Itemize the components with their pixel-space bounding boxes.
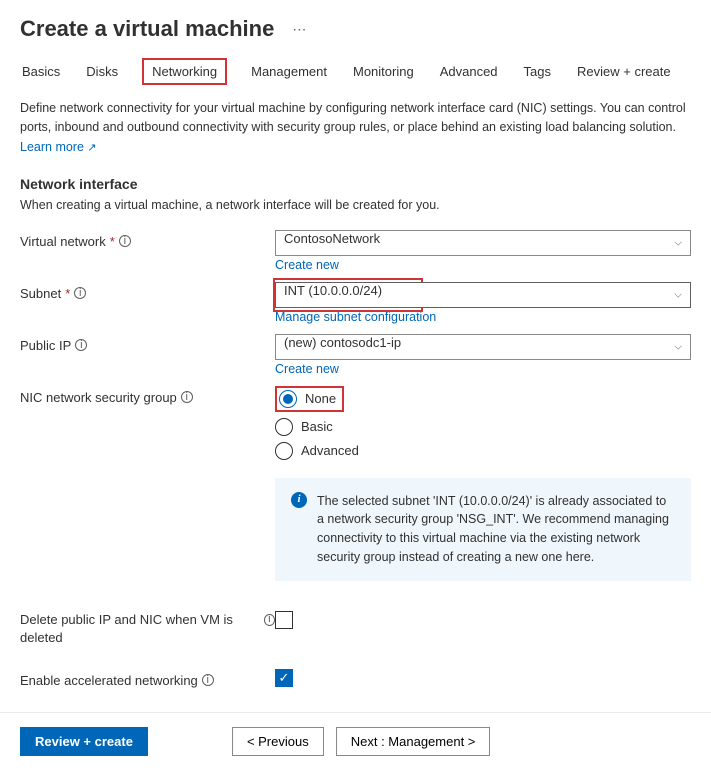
more-icon[interactable]: ⋯ xyxy=(292,21,306,38)
delete-checkbox[interactable] xyxy=(275,611,293,629)
chevron-down-icon: ⌵ xyxy=(674,237,682,248)
publicip-label: Public IP xyxy=(20,338,71,353)
external-link-icon: ↗ xyxy=(87,142,96,154)
section-desc: When creating a virtual machine, a netwo… xyxy=(20,198,691,212)
subnet-label: Subnet xyxy=(20,286,61,301)
radio-icon xyxy=(275,418,293,436)
tab-advanced[interactable]: Advanced xyxy=(438,58,500,85)
subnet-select[interactable]: INT (10.0.0.0/24) ⌵ xyxy=(275,282,691,308)
nsg-radio-group: None Basic Advanced xyxy=(275,386,691,460)
nsg-label: NIC network security group xyxy=(20,390,177,405)
tab-networking[interactable]: Networking xyxy=(142,58,227,85)
info-message-box: i The selected subnet 'INT (10.0.0.0/24)… xyxy=(275,478,691,581)
info-icon[interactable]: i xyxy=(181,391,193,403)
tab-tags[interactable]: Tags xyxy=(522,58,553,85)
tab-review[interactable]: Review + create xyxy=(575,58,673,85)
radio-icon xyxy=(279,390,297,408)
nsg-radio-none[interactable]: None xyxy=(279,390,336,408)
review-create-button[interactable]: Review + create xyxy=(20,727,148,756)
required-star: * xyxy=(110,234,115,249)
subnet-manage-link[interactable]: Manage subnet configuration xyxy=(275,310,436,324)
tab-monitoring[interactable]: Monitoring xyxy=(351,58,416,85)
nsg-radio-advanced[interactable]: Advanced xyxy=(275,442,691,460)
info-icon[interactable]: i xyxy=(119,235,131,247)
previous-button[interactable]: < Previous xyxy=(232,727,324,756)
info-icon[interactable]: i xyxy=(264,614,275,626)
footer-bar: Review + create < Previous Next : Manage… xyxy=(0,713,711,770)
nsg-radio-basic[interactable]: Basic xyxy=(275,418,691,436)
info-icon[interactable]: i xyxy=(74,287,86,299)
chevron-down-icon: ⌵ xyxy=(674,341,682,352)
vnet-select[interactable]: ContosoNetwork ⌵ xyxy=(275,230,691,256)
tab-management[interactable]: Management xyxy=(249,58,329,85)
section-title: Network interface xyxy=(20,176,691,192)
info-icon: i xyxy=(291,492,307,508)
info-message-text: The selected subnet 'INT (10.0.0.0/24)' … xyxy=(317,492,675,567)
tab-disks[interactable]: Disks xyxy=(84,58,120,85)
page-title: Create a virtual machine xyxy=(20,16,274,42)
intro-text: Define network connectivity for your vir… xyxy=(20,99,691,137)
info-icon[interactable]: i xyxy=(202,674,214,686)
vnet-label: Virtual network xyxy=(20,234,106,249)
accel-checkbox[interactable]: ✓ xyxy=(275,669,293,687)
required-star: * xyxy=(65,286,70,301)
radio-icon xyxy=(275,442,293,460)
vnet-create-new-link[interactable]: Create new xyxy=(275,258,339,272)
next-button[interactable]: Next : Management > xyxy=(336,727,491,756)
chevron-down-icon: ⌵ xyxy=(674,289,682,300)
publicip-create-new-link[interactable]: Create new xyxy=(275,362,339,376)
delete-label: Delete public IP and NIC when VM is dele… xyxy=(20,611,260,647)
learn-more-link[interactable]: Learn more ↗ xyxy=(20,140,97,154)
info-icon[interactable]: i xyxy=(75,339,87,351)
accel-label: Enable accelerated networking xyxy=(20,673,198,688)
publicip-select[interactable]: (new) contosodc1-ip ⌵ xyxy=(275,334,691,360)
tab-basics[interactable]: Basics xyxy=(20,58,62,85)
tab-bar: Basics Disks Networking Management Monit… xyxy=(20,58,691,85)
